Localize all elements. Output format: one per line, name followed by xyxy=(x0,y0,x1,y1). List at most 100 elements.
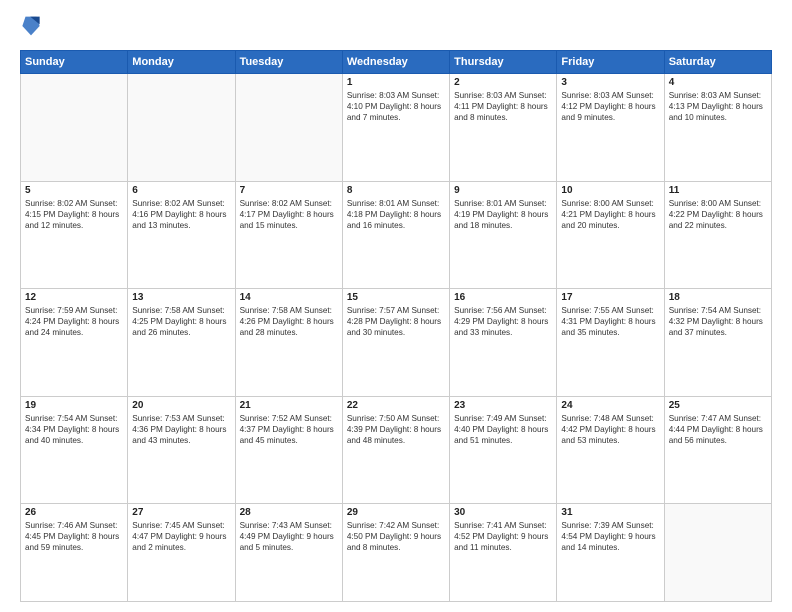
calendar-cell: 5 Sunrise: 8:02 AM Sunset: 4:15 PM Daylig… xyxy=(21,181,128,289)
cell-content: Sunrise: 7:58 AM Sunset: 4:25 PM Dayligh… xyxy=(132,305,230,338)
calendar-cell: 2 Sunrise: 8:03 AM Sunset: 4:11 PM Daylig… xyxy=(450,74,557,182)
calendar-cell: 3 Sunrise: 8:03 AM Sunset: 4:12 PM Daylig… xyxy=(557,74,664,182)
cell-content: Sunrise: 7:49 AM Sunset: 4:40 PM Dayligh… xyxy=(454,413,552,446)
cell-content: Sunrise: 7:46 AM Sunset: 4:45 PM Dayligh… xyxy=(25,520,123,553)
day-number: 27 xyxy=(132,507,230,518)
header xyxy=(20,15,772,42)
day-number: 17 xyxy=(561,292,659,303)
cell-content: Sunrise: 7:41 AM Sunset: 4:52 PM Dayligh… xyxy=(454,520,552,553)
calendar-cell: 14 Sunrise: 7:58 AM Sunset: 4:26 PM Dayli… xyxy=(235,289,342,397)
cell-content: Sunrise: 7:58 AM Sunset: 4:26 PM Dayligh… xyxy=(240,305,338,338)
cell-content: Sunrise: 7:54 AM Sunset: 4:34 PM Dayligh… xyxy=(25,413,123,446)
calendar-cell: 4 Sunrise: 8:03 AM Sunset: 4:13 PM Daylig… xyxy=(664,74,771,182)
day-number: 22 xyxy=(347,400,445,411)
cell-content: Sunrise: 8:00 AM Sunset: 4:21 PM Dayligh… xyxy=(561,198,659,231)
day-number: 3 xyxy=(561,77,659,88)
cell-content: Sunrise: 7:50 AM Sunset: 4:39 PM Dayligh… xyxy=(347,413,445,446)
cell-content: Sunrise: 7:39 AM Sunset: 4:54 PM Dayligh… xyxy=(561,520,659,553)
day-number: 9 xyxy=(454,185,552,196)
day-number: 14 xyxy=(240,292,338,303)
calendar-cell: 16Sunrise: 7:56 AM Sunset: 4:29 PM Dayli… xyxy=(450,289,557,397)
calendar-cell: 11 Sunrise: 8:00 AM Sunset: 4:22 PM Dayli… xyxy=(664,181,771,289)
cell-content: Sunrise: 7:48 AM Sunset: 4:42 PM Dayligh… xyxy=(561,413,659,446)
cell-content: Sunrise: 8:02 AM Sunset: 4:16 PM Dayligh… xyxy=(132,198,230,231)
day-number: 4 xyxy=(669,77,767,88)
day-number: 30 xyxy=(454,507,552,518)
day-number: 5 xyxy=(25,185,123,196)
day-number: 25 xyxy=(669,400,767,411)
calendar-cell: 15 Sunrise: 7:57 AM Sunset: 4:28 PM Dayli… xyxy=(342,289,449,397)
calendar-cell xyxy=(128,74,235,182)
cell-content: Sunrise: 8:03 AM Sunset: 4:12 PM Dayligh… xyxy=(561,90,659,123)
calendar-cell: 6Sunrise: 8:02 AM Sunset: 4:16 PM Daylig… xyxy=(128,181,235,289)
day-number: 16 xyxy=(454,292,552,303)
calendar-cell: 31 Sunrise: 7:39 AM Sunset: 4:54 PM Dayli… xyxy=(557,504,664,602)
calendar-cell: 25 Sunrise: 7:47 AM Sunset: 4:44 PM Dayli… xyxy=(664,396,771,504)
calendar-cell: 23Sunrise: 7:49 AM Sunset: 4:40 PM Dayli… xyxy=(450,396,557,504)
cell-content: Sunrise: 7:59 AM Sunset: 4:24 PM Dayligh… xyxy=(25,305,123,338)
calendar-cell: 8 Sunrise: 8:01 AM Sunset: 4:18 PM Daylig… xyxy=(342,181,449,289)
calendar-cell: 21 Sunrise: 7:52 AM Sunset: 4:37 PM Dayli… xyxy=(235,396,342,504)
calendar-cell: 12Sunrise: 7:59 AM Sunset: 4:24 PM Dayli… xyxy=(21,289,128,397)
day-number: 28 xyxy=(240,507,338,518)
cell-content: Sunrise: 7:54 AM Sunset: 4:32 PM Dayligh… xyxy=(669,305,767,338)
day-header-wednesday: Wednesday xyxy=(342,51,449,74)
calendar-cell: 18 Sunrise: 7:54 AM Sunset: 4:32 PM Dayli… xyxy=(664,289,771,397)
day-header-thursday: Thursday xyxy=(450,51,557,74)
day-number: 2 xyxy=(454,77,552,88)
day-header-friday: Friday xyxy=(557,51,664,74)
cell-content: Sunrise: 7:55 AM Sunset: 4:31 PM Dayligh… xyxy=(561,305,659,338)
day-number: 11 xyxy=(669,185,767,196)
day-number: 7 xyxy=(240,185,338,196)
cell-content: Sunrise: 7:52 AM Sunset: 4:37 PM Dayligh… xyxy=(240,413,338,446)
day-number: 18 xyxy=(669,292,767,303)
day-number: 29 xyxy=(347,507,445,518)
day-number: 26 xyxy=(25,507,123,518)
cell-content: Sunrise: 8:02 AM Sunset: 4:17 PM Dayligh… xyxy=(240,198,338,231)
day-number: 21 xyxy=(240,400,338,411)
cell-content: Sunrise: 7:43 AM Sunset: 4:49 PM Dayligh… xyxy=(240,520,338,553)
day-number: 15 xyxy=(347,292,445,303)
calendar-cell: 1Sunrise: 8:03 AM Sunset: 4:10 PM Daylig… xyxy=(342,74,449,182)
day-number: 19 xyxy=(25,400,123,411)
day-number: 13 xyxy=(132,292,230,303)
day-header-tuesday: Tuesday xyxy=(235,51,342,74)
calendar-cell xyxy=(21,74,128,182)
day-number: 8 xyxy=(347,185,445,196)
day-number: 31 xyxy=(561,507,659,518)
cell-content: Sunrise: 8:01 AM Sunset: 4:19 PM Dayligh… xyxy=(454,198,552,231)
day-header-sunday: Sunday xyxy=(21,51,128,74)
calendar-cell: 26 Sunrise: 7:46 AM Sunset: 4:45 PM Dayli… xyxy=(21,504,128,602)
cell-content: Sunrise: 7:57 AM Sunset: 4:28 PM Dayligh… xyxy=(347,305,445,338)
cell-content: Sunrise: 8:01 AM Sunset: 4:18 PM Dayligh… xyxy=(347,198,445,231)
calendar: SundayMondayTuesdayWednesdayThursdayFrid… xyxy=(20,50,772,602)
calendar-cell xyxy=(664,504,771,602)
day-number: 20 xyxy=(132,400,230,411)
cell-content: Sunrise: 7:47 AM Sunset: 4:44 PM Dayligh… xyxy=(669,413,767,446)
calendar-cell: 28 Sunrise: 7:43 AM Sunset: 4:49 PM Dayli… xyxy=(235,504,342,602)
calendar-cell xyxy=(235,74,342,182)
cell-content: Sunrise: 8:03 AM Sunset: 4:10 PM Dayligh… xyxy=(347,90,445,123)
calendar-cell: 7 Sunrise: 8:02 AM Sunset: 4:17 PM Daylig… xyxy=(235,181,342,289)
calendar-cell: 19 Sunrise: 7:54 AM Sunset: 4:34 PM Dayli… xyxy=(21,396,128,504)
day-number: 10 xyxy=(561,185,659,196)
logo-icon xyxy=(22,15,40,37)
cell-content: Sunrise: 8:02 AM Sunset: 4:15 PM Dayligh… xyxy=(25,198,123,231)
calendar-cell: 29Sunrise: 7:42 AM Sunset: 4:50 PM Dayli… xyxy=(342,504,449,602)
cell-content: Sunrise: 8:00 AM Sunset: 4:22 PM Dayligh… xyxy=(669,198,767,231)
calendar-cell: 30 Sunrise: 7:41 AM Sunset: 4:52 PM Dayli… xyxy=(450,504,557,602)
cell-content: Sunrise: 8:03 AM Sunset: 4:11 PM Dayligh… xyxy=(454,90,552,123)
calendar-cell: 22 Sunrise: 7:50 AM Sunset: 4:39 PM Dayli… xyxy=(342,396,449,504)
calendar-cell: 9 Sunrise: 8:01 AM Sunset: 4:19 PM Daylig… xyxy=(450,181,557,289)
calendar-cell: 10 Sunrise: 8:00 AM Sunset: 4:21 PM Dayli… xyxy=(557,181,664,289)
page: SundayMondayTuesdayWednesdayThursdayFrid… xyxy=(0,0,792,612)
day-header-monday: Monday xyxy=(128,51,235,74)
calendar-cell: 24 Sunrise: 7:48 AM Sunset: 4:42 PM Dayli… xyxy=(557,396,664,504)
cell-content: Sunrise: 7:45 AM Sunset: 4:47 PM Dayligh… xyxy=(132,520,230,553)
calendar-cell: 17 Sunrise: 7:55 AM Sunset: 4:31 PM Dayli… xyxy=(557,289,664,397)
calendar-cell: 20 Sunrise: 7:53 AM Sunset: 4:36 PM Dayli… xyxy=(128,396,235,504)
day-number: 24 xyxy=(561,400,659,411)
cell-content: Sunrise: 7:53 AM Sunset: 4:36 PM Dayligh… xyxy=(132,413,230,446)
day-header-saturday: Saturday xyxy=(664,51,771,74)
cell-content: Sunrise: 8:03 AM Sunset: 4:13 PM Dayligh… xyxy=(669,90,767,123)
